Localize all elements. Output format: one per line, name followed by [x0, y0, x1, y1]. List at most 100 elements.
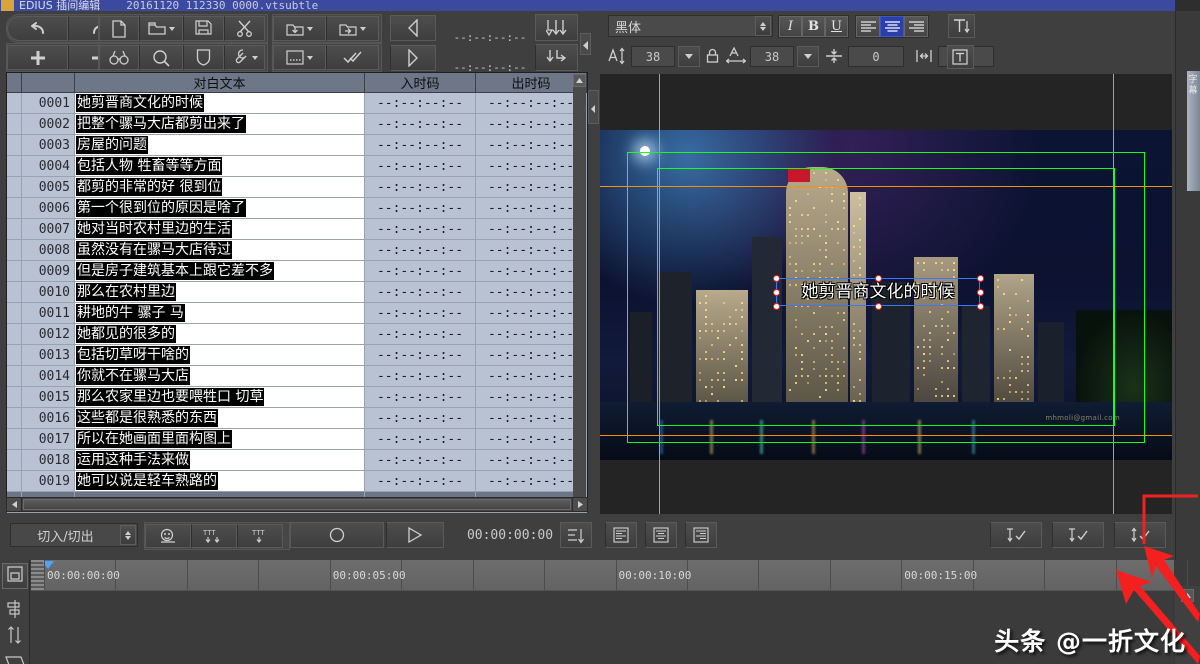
row-timecode-out[interactable]: --:--:--:-- [476, 450, 587, 471]
row-dialogue-cell[interactable]: 第一个很到位的原因是啥了 [75, 198, 365, 219]
save-file-button[interactable] [183, 16, 224, 41]
handle-middle-right[interactable] [977, 289, 984, 296]
table-vertical-scrollbar[interactable] [573, 74, 586, 510]
table-horizontal-scrollbar[interactable] [6, 497, 588, 512]
vjustify-bottom-button[interactable] [1114, 522, 1166, 548]
table-row[interactable]: 0001 她剪晋商文化的时候 --:--:--:-- --:--:--:-- [7, 93, 587, 114]
font-size-dropdown-button[interactable] [678, 46, 700, 67]
row-dialogue-cell[interactable]: 那么农家里边也要喂牲口 切草 [75, 387, 365, 408]
vertical-text-button[interactable] [948, 14, 975, 38]
align-center-v-button[interactable] [2, 598, 28, 624]
face-detect-button[interactable] [145, 524, 191, 548]
row-timecode-out[interactable]: --:--:--:-- [476, 198, 587, 219]
font-family-select[interactable]: 黑体 [608, 15, 773, 37]
row-dialogue-cell[interactable]: 她剪晋商文化的时候 [75, 93, 365, 114]
split-all-button[interactable]: TTT [191, 524, 237, 548]
row-dialogue-cell[interactable]: 你就不在骡马大店 [75, 366, 365, 387]
table-row[interactable]: 0005 都剪的非常的好 很到位 --:--:--:-- --:--:--:-- [7, 177, 587, 198]
table-row[interactable]: 0012 她都见的很多的 --:--:--:-- --:--:--:-- [7, 324, 587, 345]
handle-bottom-right[interactable] [977, 303, 984, 310]
mark-out-button[interactable] [390, 45, 436, 71]
row-dialogue-cell[interactable]: 房屋的问题 [75, 135, 365, 156]
table-row[interactable]: 0008 虽然没有在骡马大店待过 --:--:--:-- --:--:--:-- [7, 240, 587, 261]
find-button[interactable] [99, 45, 139, 70]
row-timecode-out[interactable]: --:--:--:-- [476, 156, 587, 177]
row-marker[interactable] [7, 450, 22, 471]
lock-icon[interactable] [706, 48, 719, 68]
toolbar-collapse-button[interactable] [580, 33, 591, 55]
row-marker[interactable] [7, 261, 22, 282]
bold-button[interactable]: B [802, 16, 825, 37]
row-dialogue-cell[interactable]: 包括人物 牲畜等等方面 [75, 156, 365, 177]
handle-bottom-center[interactable] [875, 303, 882, 310]
split-one-button[interactable]: TTT [237, 524, 283, 548]
char-width-input[interactable]: 38 [750, 46, 794, 67]
row-timecode-out[interactable]: --:--:--:-- [476, 240, 587, 261]
row-marker[interactable] [7, 324, 22, 345]
row-timecode-in[interactable]: --:--:--:-- [365, 324, 476, 345]
row-timecode-in[interactable]: --:--:--:-- [365, 135, 476, 156]
row-timecode-in[interactable]: --:--:--:-- [365, 429, 476, 450]
timeline-ruler[interactable]: 00:00:00:00 00:00:05:00 00:00:10:00 00:00:1… [31, 560, 1174, 591]
video-preview-panel[interactable]: mhmoli@gmail.com 她剪晋商文化的时候 [600, 74, 1172, 514]
chevron-down-icon[interactable] [169, 27, 175, 31]
table-row[interactable]: 0006 第一个很到位的原因是啥了 --:--:--:-- --:--:--:-- [7, 198, 587, 219]
row-timecode-in[interactable]: --:--:--:-- [365, 471, 476, 492]
row-timecode-in[interactable]: --:--:--:-- [365, 303, 476, 324]
timeline-layout-button[interactable] [2, 563, 28, 589]
row-marker[interactable] [7, 198, 22, 219]
table-row[interactable]: 0017 所以在她画面里面构图上 --:--:--:-- --:--:--:-- [7, 429, 587, 450]
vjustify-top-button[interactable] [990, 522, 1042, 548]
sort-button[interactable] [560, 522, 592, 548]
handle-top-right[interactable] [977, 275, 984, 282]
row-marker[interactable] [7, 93, 22, 114]
vjustify-middle-button[interactable] [1052, 522, 1104, 548]
text-box-button[interactable] [947, 45, 974, 69]
row-dialogue-cell[interactable]: 但是房子建筑基本上跟它差不多 [75, 261, 365, 282]
timeline-scroll-up-button[interactable] [1181, 589, 1194, 602]
hjustify-center-button[interactable] [645, 522, 677, 548]
row-dialogue-cell[interactable]: 把整个骡马大店都剪出来了 [75, 114, 365, 135]
row-marker[interactable] [7, 408, 22, 429]
row-timecode-out[interactable]: --:--:--:-- [476, 471, 587, 492]
row-marker[interactable] [7, 219, 22, 240]
table-row[interactable]: 0018 运用这种手法来做 --:--:--:-- --:--:--:-- [7, 450, 587, 471]
row-timecode-in[interactable]: --:--:--:-- [365, 93, 476, 114]
row-timecode-out[interactable]: --:--:--:-- [476, 135, 587, 156]
char-width-dropdown-button[interactable] [797, 46, 819, 67]
table-row[interactable]: 0011 耕地的牛 骡子 马 --:--:--:-- --:--:--:-- [7, 303, 587, 324]
handle-bottom-left[interactable] [773, 303, 780, 310]
mark-in-button[interactable] [390, 15, 436, 41]
row-dialogue-cell[interactable]: 她都见的很多的 [75, 324, 365, 345]
row-timecode-out[interactable]: --:--:--:-- [476, 303, 587, 324]
row-dialogue-cell[interactable]: 包括切草呀干啥的 [75, 345, 365, 366]
table-row[interactable]: 0002 把整个骡马大店都剪出来了 --:--:--:-- --:--:--:-- [7, 114, 587, 135]
add-subtitle-button[interactable] [7, 45, 68, 70]
row-marker[interactable] [7, 114, 22, 135]
row-dialogue-cell[interactable]: 运用这种手法来做 [75, 450, 365, 471]
font-size-input[interactable]: 38 [631, 46, 675, 67]
row-timecode-out[interactable]: --:--:--:-- [476, 387, 587, 408]
row-timecode-out[interactable]: --:--:--:-- [476, 177, 587, 198]
import-button[interactable] [273, 16, 326, 41]
align-right-button[interactable] [904, 16, 928, 37]
row-timecode-in[interactable]: --:--:--:-- [365, 177, 476, 198]
chevron-down-icon[interactable] [252, 56, 258, 60]
row-timecode-in[interactable]: --:--:--:-- [365, 282, 476, 303]
search-button[interactable] [139, 45, 183, 70]
table-row[interactable]: 0007 她对当时农村里边的生活 --:--:--:-- --:--:--:-- [7, 219, 587, 240]
row-marker[interactable] [7, 177, 22, 198]
row-timecode-in[interactable]: --:--:--:-- [365, 261, 476, 282]
row-dialogue-cell[interactable]: 所以在她画面里面构图上 [75, 429, 365, 450]
table-row[interactable]: 0019 她可以说是轻车熟路的 --:--:--:-- --:--:--:-- [7, 471, 587, 492]
row-timecode-out[interactable]: --:--:--:-- [476, 93, 587, 114]
row-timecode-out[interactable]: --:--:--:-- [476, 114, 587, 135]
font-family-spinner[interactable] [755, 16, 771, 36]
hjustify-left-button[interactable] [605, 522, 637, 548]
handle-top-left[interactable] [773, 275, 780, 282]
row-timecode-in[interactable]: --:--:--:-- [365, 114, 476, 135]
row-timecode-out[interactable]: --:--:--:-- [476, 345, 587, 366]
row-timecode-out[interactable]: --:--:--:-- [476, 429, 587, 450]
row-marker[interactable] [7, 135, 22, 156]
table-row[interactable]: 0009 但是房子建筑基本上跟它差不多 --:--:--:-- --:--:--:-- [7, 261, 587, 282]
